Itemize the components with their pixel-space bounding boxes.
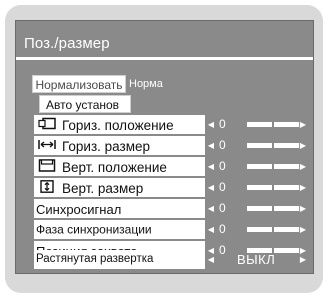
- increase-arrow-icon[interactable]: ▶: [299, 223, 307, 236]
- slider-value: 0: [219, 180, 226, 194]
- increase-arrow-icon[interactable]: ▶: [299, 139, 307, 152]
- horizontal-position-slider[interactable]: ◀ 0 ▶: [207, 118, 307, 131]
- osd-menu: Поз./размер Нормализовать Норма Авто уст…: [15, 20, 314, 274]
- horizontal-size-slider[interactable]: ◀ 0 ▶: [207, 139, 307, 152]
- row-sync-signal[interactable]: Синхросигнал ◀ 0 ▶: [34, 199, 312, 218]
- row-label: Верт. размер: [62, 180, 144, 196]
- row-label: Синхросигнал: [36, 202, 122, 218]
- sync-phase-slider[interactable]: ◀ 0 ▶: [207, 223, 307, 236]
- stretch-scan-selector[interactable]: ◀ ВЫКЛ ▶: [207, 250, 307, 269]
- vertical-size-slider[interactable]: ◀ 0 ▶: [207, 181, 307, 194]
- slider-value: 0: [219, 201, 226, 215]
- slider-thumb[interactable]: [272, 204, 274, 213]
- increase-arrow-icon[interactable]: ▶: [299, 160, 307, 173]
- normalize-value: Норма: [129, 78, 163, 90]
- slider-track: [247, 225, 299, 234]
- row-label: Верт. положение: [62, 159, 167, 175]
- horizontal-position-icon: [38, 116, 56, 134]
- slider-track: [247, 204, 299, 213]
- vertical-position-slider[interactable]: ◀ 0 ▶: [207, 160, 307, 173]
- increase-arrow-icon[interactable]: ▶: [299, 202, 307, 215]
- normalize-button[interactable]: Нормализовать: [32, 75, 126, 93]
- decrease-arrow-icon[interactable]: ◀: [207, 139, 215, 152]
- slider-value: 0: [219, 159, 226, 173]
- row-label: Гориз. размер: [62, 138, 151, 154]
- slider-thumb[interactable]: [272, 225, 274, 234]
- slider-thumb[interactable]: [272, 162, 274, 171]
- auto-setup-button[interactable]: Авто установ: [39, 95, 131, 113]
- row-vertical-size[interactable]: Верт. размер ◀ 0 ▶: [34, 178, 312, 197]
- row-horizontal-position[interactable]: Гориз. положение ◀ 0 ▶: [34, 115, 312, 134]
- slider-thumb[interactable]: [272, 183, 274, 192]
- decrease-arrow-icon[interactable]: ◀: [207, 202, 215, 215]
- row-stretch-scan-visible[interactable]: Растянутая развертка ◀ ВЫКЛ ▶: [34, 250, 312, 269]
- increase-arrow-icon[interactable]: ▶: [299, 181, 307, 194]
- slider-thumb[interactable]: [272, 141, 274, 150]
- slider-track: [247, 141, 299, 150]
- slider-value: 0: [219, 222, 226, 236]
- row-horizontal-size[interactable]: Гориз. размер ◀ 0 ▶: [34, 136, 312, 155]
- decrease-arrow-icon[interactable]: ◀: [207, 181, 215, 194]
- vertical-position-icon: [38, 158, 56, 176]
- slider-value: 0: [219, 138, 226, 152]
- slider-track: [247, 183, 299, 192]
- slider-track: [247, 120, 299, 129]
- decrease-arrow-icon[interactable]: ◀: [207, 160, 215, 173]
- slider-thumb[interactable]: [272, 120, 274, 129]
- vertical-size-icon: [38, 179, 56, 197]
- slider-track: [247, 162, 299, 171]
- stretch-scan-value: ВЫКЛ: [237, 252, 276, 267]
- title-divider: [16, 57, 313, 60]
- row-label: Растянутая развертка: [36, 253, 154, 265]
- decrease-arrow-icon[interactable]: ◀: [207, 253, 215, 266]
- row-label: Гориз. положение: [62, 117, 174, 133]
- row-vertical-position[interactable]: Верт. положение ◀ 0 ▶: [34, 157, 312, 176]
- horizontal-size-icon: [38, 137, 56, 155]
- menu-title: Поз./размер: [24, 35, 110, 52]
- increase-arrow-icon[interactable]: ▶: [299, 118, 307, 131]
- sync-signal-slider[interactable]: ◀ 0 ▶: [207, 202, 307, 215]
- decrease-arrow-icon[interactable]: ◀: [207, 223, 215, 236]
- row-label: Фаза синхронизации: [36, 222, 152, 237]
- increase-arrow-icon[interactable]: ▶: [299, 253, 307, 266]
- row-sync-phase[interactable]: Фаза синхронизации ◀ 0 ▶: [34, 220, 312, 239]
- decrease-arrow-icon[interactable]: ◀: [207, 118, 215, 131]
- slider-value: 0: [219, 117, 226, 131]
